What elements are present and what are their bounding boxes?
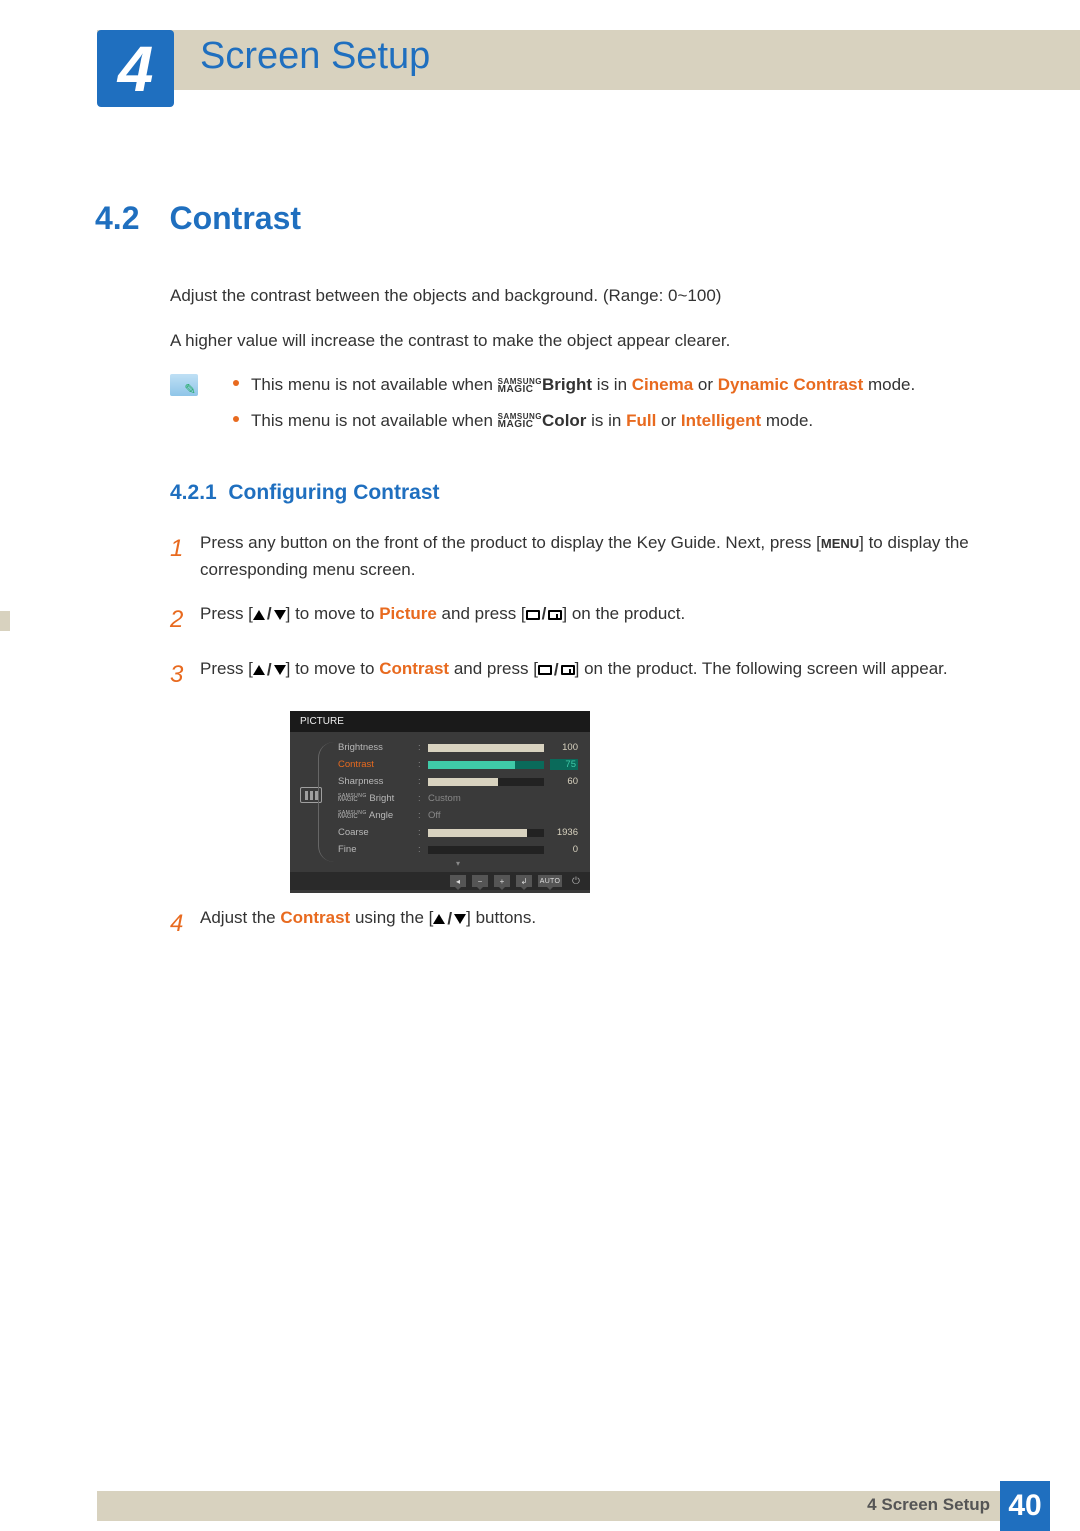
triangle-down-icon <box>454 914 466 924</box>
samsung-magic-logo: SAMSUNGMAGIC <box>498 413 542 429</box>
osd-curve <box>318 742 334 862</box>
osd-plus-icon: + <box>494 875 510 887</box>
page-header: 4 Screen Setup <box>0 0 1080 95</box>
osd-row-coarse: Coarse: 1936 <box>338 825 578 840</box>
triangle-up-icon <box>433 914 445 924</box>
chapter-number: 4 <box>118 32 154 106</box>
osd-back-icon: ◂ <box>450 875 466 887</box>
step-4-text: Adjust the Contrast using the [/] button… <box>200 905 990 942</box>
bullet-icon <box>233 416 239 422</box>
samsung-magic-logo: SAMSUNGMAGIC <box>338 811 367 821</box>
osd-screenshot: PICTURE Brightness: 100 Contrast: 75 Sha… <box>290 711 590 893</box>
rect-icon <box>538 665 552 675</box>
osd-down-arrow-icon: ▾ <box>338 859 578 868</box>
samsung-magic-logo: SAMSUNGMAGIC <box>338 794 367 804</box>
note-2-text: This menu is not available when SAMSUNGM… <box>251 408 813 434</box>
osd-row-magic-angle: SAMSUNGMAGIC Angle: Off <box>338 808 578 823</box>
side-tab <box>0 611 10 631</box>
intro-p1: Adjust the contrast between the objects … <box>170 282 990 309</box>
step-3: 3 Press [/] to move to Contrast and pres… <box>170 656 990 693</box>
step-number: 1 <box>170 530 200 583</box>
osd-auto-button: AUTO <box>538 875 562 887</box>
rect-icon <box>526 610 540 620</box>
footer-text: 4 Screen Setup <box>867 1495 990 1515</box>
intro-text: Adjust the contrast between the objects … <box>170 282 990 354</box>
triangle-up-icon <box>253 665 265 675</box>
samsung-magic-logo: SAMSUNGMAGIC <box>498 378 542 394</box>
note-item-2: This menu is not available when SAMSUNGM… <box>233 408 915 434</box>
intro-p2: A higher value will increase the contras… <box>170 327 990 354</box>
steps-list: 1 Press any button on the front of the p… <box>170 530 990 693</box>
note-1-text: This menu is not available when SAMSUNGM… <box>251 372 915 398</box>
osd-row-fine: Fine: 0 <box>338 842 578 857</box>
enter-icon <box>561 665 575 675</box>
subsection-heading: 4.2.1 Configuring Contrast <box>170 481 990 505</box>
subsection: 4.2.1 Configuring Contrast 1 Press any b… <box>170 481 990 693</box>
triangle-down-icon <box>274 610 286 620</box>
osd-enter-icon: ↲ <box>516 875 532 887</box>
chapter-number-box: 4 <box>97 30 174 107</box>
up-down-icons: / <box>253 604 286 623</box>
step-number: 4 <box>170 905 200 942</box>
step-4: 4 Adjust the Contrast using the [/] butt… <box>170 905 990 942</box>
osd-bottom-bar: ◂ − + ↲ AUTO <box>290 872 590 890</box>
triangle-up-icon <box>253 610 265 620</box>
step-1: 1 Press any button on the front of the p… <box>170 530 990 583</box>
osd-body: Brightness: 100 Contrast: 75 Sharpness: … <box>290 732 590 872</box>
footer-page-number: 40 <box>1000 1481 1050 1531</box>
osd-title: PICTURE <box>290 711 590 732</box>
section-title: Contrast <box>169 200 301 237</box>
page-footer: 4 Screen Setup 40 <box>0 1481 1080 1527</box>
select-enter-icons: / <box>526 604 563 623</box>
note-list: This menu is not available when SAMSUNGM… <box>233 372 915 443</box>
chapter-title: Screen Setup <box>200 35 430 78</box>
up-down-icons: / <box>253 660 286 679</box>
step-3-text: Press [/] to move to Contrast and press … <box>200 656 990 693</box>
menu-key: MENU <box>821 536 859 551</box>
osd-row-magic-bright: SAMSUNGMAGIC Bright: Custom <box>338 791 578 806</box>
section-body: 4.2 Contrast Adjust the contrast between… <box>95 200 990 943</box>
bullet-icon <box>233 380 239 386</box>
select-enter-icons: / <box>538 660 575 679</box>
step-2: 2 Press [/] to move to Picture and press… <box>170 601 990 638</box>
step-number: 2 <box>170 601 200 638</box>
note-icon <box>170 374 198 396</box>
step-number: 3 <box>170 656 200 693</box>
section-number: 4.2 <box>95 200 165 237</box>
enter-icon <box>548 610 562 620</box>
osd-row-sharpness: Sharpness: 60 <box>338 774 578 789</box>
note-block: This menu is not available when SAMSUNGM… <box>170 372 990 443</box>
step-2-text: Press [/] to move to Picture and press [… <box>200 601 990 638</box>
triangle-down-icon <box>274 665 286 675</box>
osd-minus-icon: − <box>472 875 488 887</box>
up-down-icons: / <box>433 909 466 928</box>
osd-row-brightness: Brightness: 100 <box>338 740 578 755</box>
step-4-container: 4 Adjust the Contrast using the [/] butt… <box>170 905 990 942</box>
osd-power-icon <box>568 875 584 887</box>
note-item-1: This menu is not available when SAMSUNGM… <box>233 372 915 398</box>
osd-row-contrast: Contrast: 75 <box>338 757 578 772</box>
step-1-text: Press any button on the front of the pro… <box>200 530 990 583</box>
